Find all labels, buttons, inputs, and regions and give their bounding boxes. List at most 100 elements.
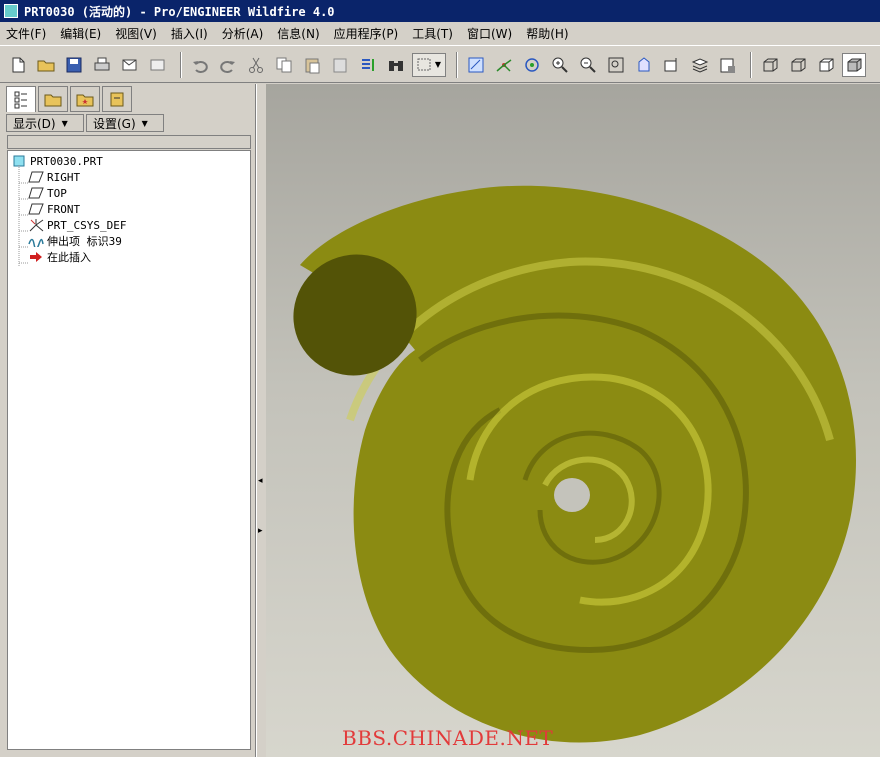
scissors-icon (249, 57, 263, 73)
datum-plane-icon (28, 170, 44, 184)
find-button[interactable] (384, 53, 408, 77)
menu-file[interactable]: 文件(F) (6, 25, 46, 42)
refit-button[interactable] (604, 53, 628, 77)
chevron-down-icon: ▼ (434, 60, 442, 69)
select-box-icon (417, 58, 431, 70)
selection-filter-dropdown[interactable]: ▼ (412, 52, 446, 77)
zoom-in-icon (552, 57, 568, 73)
menu-applications[interactable]: 应用程序(P) (334, 25, 399, 42)
orient-mode-button[interactable] (520, 53, 544, 77)
orient-mode-icon (525, 57, 539, 72)
datum-plane-icon (28, 202, 44, 216)
reorient-icon (638, 56, 650, 71)
menu-bar: 文件(F) 编辑(E) 视图(V) 插入(I) 分析(A) 信息(N) 应用程序… (0, 22, 880, 46)
send-mail-button[interactable] (118, 53, 142, 77)
mail-link-icon (150, 59, 165, 70)
menu-insert[interactable]: 插入(I) (171, 25, 208, 42)
view-manager-icon (720, 58, 735, 73)
new-file-icon (12, 57, 25, 72)
paste-button[interactable] (300, 53, 324, 77)
tree-item-front[interactable]: FRONT (28, 201, 80, 217)
tab-favorites[interactable] (70, 86, 100, 112)
collapse-left-icon[interactable]: ◂ (258, 476, 263, 486)
repaint-icon (468, 57, 484, 72)
copy-icon (276, 57, 292, 72)
toolbar-separator (456, 51, 458, 78)
panel-splitter[interactable]: ◂ ▸ (256, 84, 266, 757)
toolbar-separator (750, 51, 752, 78)
tab-model-tree[interactable] (6, 86, 36, 112)
chevron-down-icon: ▼ (61, 118, 68, 128)
paste-special-button[interactable] (328, 53, 352, 77)
printer-icon (94, 57, 110, 70)
new-file-button[interactable] (6, 53, 30, 77)
no-hidden-cube-icon (819, 58, 834, 71)
cut-button[interactable] (244, 53, 268, 77)
insert-here-arrow-icon (28, 250, 44, 264)
zoom-out-button[interactable] (576, 53, 600, 77)
tree-item-label: PRT_CSYS_DEF (47, 218, 127, 232)
tree-filter-field[interactable] (7, 135, 251, 149)
saved-views-icon (664, 57, 677, 71)
undo-icon (193, 60, 208, 73)
display-menu-label: 显示(D) (13, 116, 56, 131)
saved-views-button[interactable] (660, 53, 684, 77)
tree-item-insert-here[interactable]: 在此插入 (28, 249, 91, 265)
menu-window[interactable]: 窗口(W) (467, 25, 512, 42)
send-link-button[interactable] (146, 53, 170, 77)
hidden-line-cube-icon (791, 58, 806, 71)
spin-center-button[interactable] (492, 53, 516, 77)
view-manager-button[interactable] (716, 53, 740, 77)
menu-tools[interactable]: 工具(T) (412, 25, 453, 42)
model-tree-icon (14, 91, 27, 108)
redo-icon (220, 60, 235, 73)
menu-analysis[interactable]: 分析(A) (222, 25, 264, 42)
tab-folder-browser[interactable] (38, 86, 68, 112)
app-icon (4, 4, 18, 18)
repaint-button[interactable] (464, 53, 488, 77)
tree-item-label: FRONT (47, 202, 81, 216)
menu-info[interactable]: 信息(N) (277, 25, 319, 42)
tree-item-top[interactable]: TOP (28, 185, 67, 201)
menu-edit[interactable]: 编辑(E) (60, 25, 101, 42)
undo-button[interactable] (188, 53, 212, 77)
tab-connections[interactable] (102, 86, 132, 112)
binoculars-icon (389, 60, 403, 71)
zoom-in-button[interactable] (548, 53, 572, 77)
open-folder-icon (37, 60, 55, 71)
save-button[interactable] (62, 53, 86, 77)
spiral-3d-model[interactable] (266, 84, 880, 757)
chevron-down-icon: ▼ (141, 118, 148, 128)
graphics-viewport[interactable] (266, 84, 880, 757)
wireframe-cube-icon (763, 58, 778, 71)
copy-button[interactable] (272, 53, 296, 77)
save-icon (66, 57, 82, 72)
wireframe-button[interactable] (758, 53, 782, 77)
layers-button[interactable] (688, 53, 712, 77)
menu-view[interactable]: 视图(V) (115, 25, 157, 42)
open-file-button[interactable] (34, 53, 58, 77)
tree-item-protrusion[interactable]: 伸出项 标识39 (28, 233, 122, 249)
window-title: PRT0030 (活动的) - Pro/ENGINEER Wildfire 4.… (24, 4, 335, 19)
window-title-bar: PRT0030 (活动的) - Pro/ENGINEER Wildfire 4.… (0, 0, 880, 22)
hidden-line-button[interactable] (786, 53, 810, 77)
print-button[interactable] (90, 53, 114, 77)
coordinate-system-icon (28, 218, 44, 232)
shading-button[interactable] (842, 52, 866, 77)
tree-item-csys[interactable]: PRT_CSYS_DEF (28, 217, 126, 233)
no-hidden-button[interactable] (814, 53, 838, 77)
menu-help[interactable]: 帮助(H) (526, 25, 568, 42)
settings-menu-button[interactable]: 设置(G) ▼ (86, 114, 164, 132)
shaded-cube-icon (847, 58, 862, 71)
navigator-panel: 显示(D) ▼ 设置(G) ▼ PRT0030.PRT RIGHT TOP FR… (0, 84, 256, 757)
tree-item-right[interactable]: RIGHT (28, 169, 80, 185)
regenerate-button[interactable] (356, 53, 380, 77)
spin-center-icon (496, 58, 512, 72)
mail-icon (122, 59, 137, 70)
expand-right-icon[interactable]: ▸ (258, 526, 263, 536)
redo-button[interactable] (216, 53, 240, 77)
reorient-button[interactable] (632, 53, 656, 77)
display-menu-button[interactable]: 显示(D) ▼ (6, 114, 84, 132)
tree-controls: 显示(D) ▼ 设置(G) ▼ (6, 114, 166, 132)
regenerate-icon (362, 58, 374, 71)
